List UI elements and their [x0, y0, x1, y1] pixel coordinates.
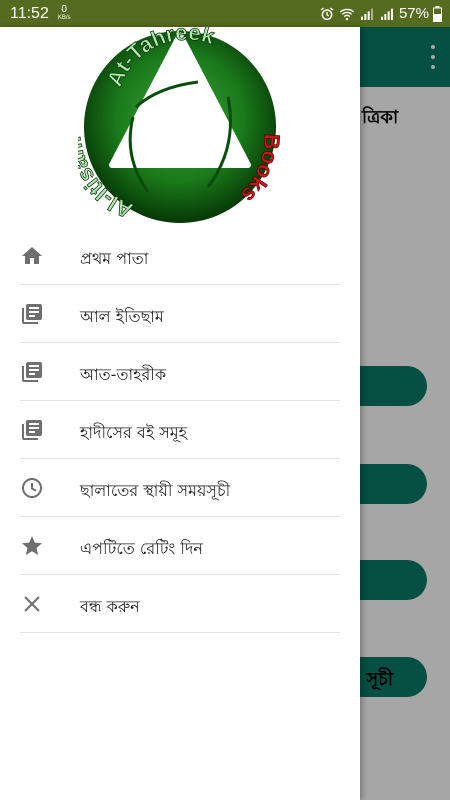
alarm-icon — [320, 6, 334, 20]
menu-item-label: প্রথম পাতা — [80, 249, 149, 268]
menu-item-close[interactable]: বন্ধ করুন — [0, 575, 360, 633]
menu-item-prayer-schedule[interactable]: ছালাতের স্থায়ী সময়সূচী — [0, 459, 360, 517]
wifi-icon — [339, 8, 355, 20]
status-bar: 11:52 0 KB/s 57% — [0, 0, 450, 27]
menu-item-label: আল ইতিছাম — [80, 307, 164, 326]
article-icon — [22, 362, 42, 382]
battery-icon — [433, 5, 442, 22]
battery-percent: 57% — [398, 5, 429, 22]
close-icon — [24, 596, 40, 612]
menu-item-label: বন্ধ করুন — [80, 597, 140, 616]
divider — [20, 632, 340, 633]
article-icon — [22, 420, 42, 440]
clock-icon — [22, 478, 42, 498]
menu-item-hadith-books[interactable]: হাদীসের বই সমূহ — [0, 401, 360, 459]
menu-item-label: এপটিতে রেটিং দিন — [80, 539, 203, 558]
drawer-menu: প্রথম পাতা আল ইতিছাম আত-তাহরীক হাদীসের ব… — [0, 227, 360, 633]
menu-item-al-itisam[interactable]: আল ইতিছাম — [0, 285, 360, 343]
network-speed-value: 0 — [61, 3, 67, 15]
article-icon — [22, 304, 42, 324]
home-icon — [22, 247, 42, 264]
drawer-header-logo: At-Tahreek Al-Itisam Books — [60, 19, 285, 227]
navigation-drawer: At-Tahreek Al-Itisam Books প্রথম পাতা আল… — [0, 19, 360, 800]
menu-item-rate-app[interactable]: এপটিতে রেটিং দিন — [0, 517, 360, 575]
network-speed: 0 KB/s — [57, 3, 71, 22]
menu-item-label: হাদীসের বই সমূহ — [80, 423, 188, 442]
menu-item-label: আত-তাহরীক — [80, 365, 167, 384]
menu-item-at-tahreek[interactable]: আত-তাহরীক — [0, 343, 360, 401]
app-logo: At-Tahreek Al-Itisam Books — [60, 19, 285, 224]
signal-icon-1 — [360, 8, 373, 20]
status-time: 11:52 — [10, 4, 49, 22]
network-speed-unit: KB/s — [57, 14, 71, 21]
star-icon — [22, 536, 42, 555]
signal-icon-2 — [380, 8, 393, 20]
menu-item-home[interactable]: প্রথম পাতা — [0, 227, 360, 285]
menu-item-label: ছালাতের স্থায়ী সময়সূচী — [80, 481, 231, 500]
